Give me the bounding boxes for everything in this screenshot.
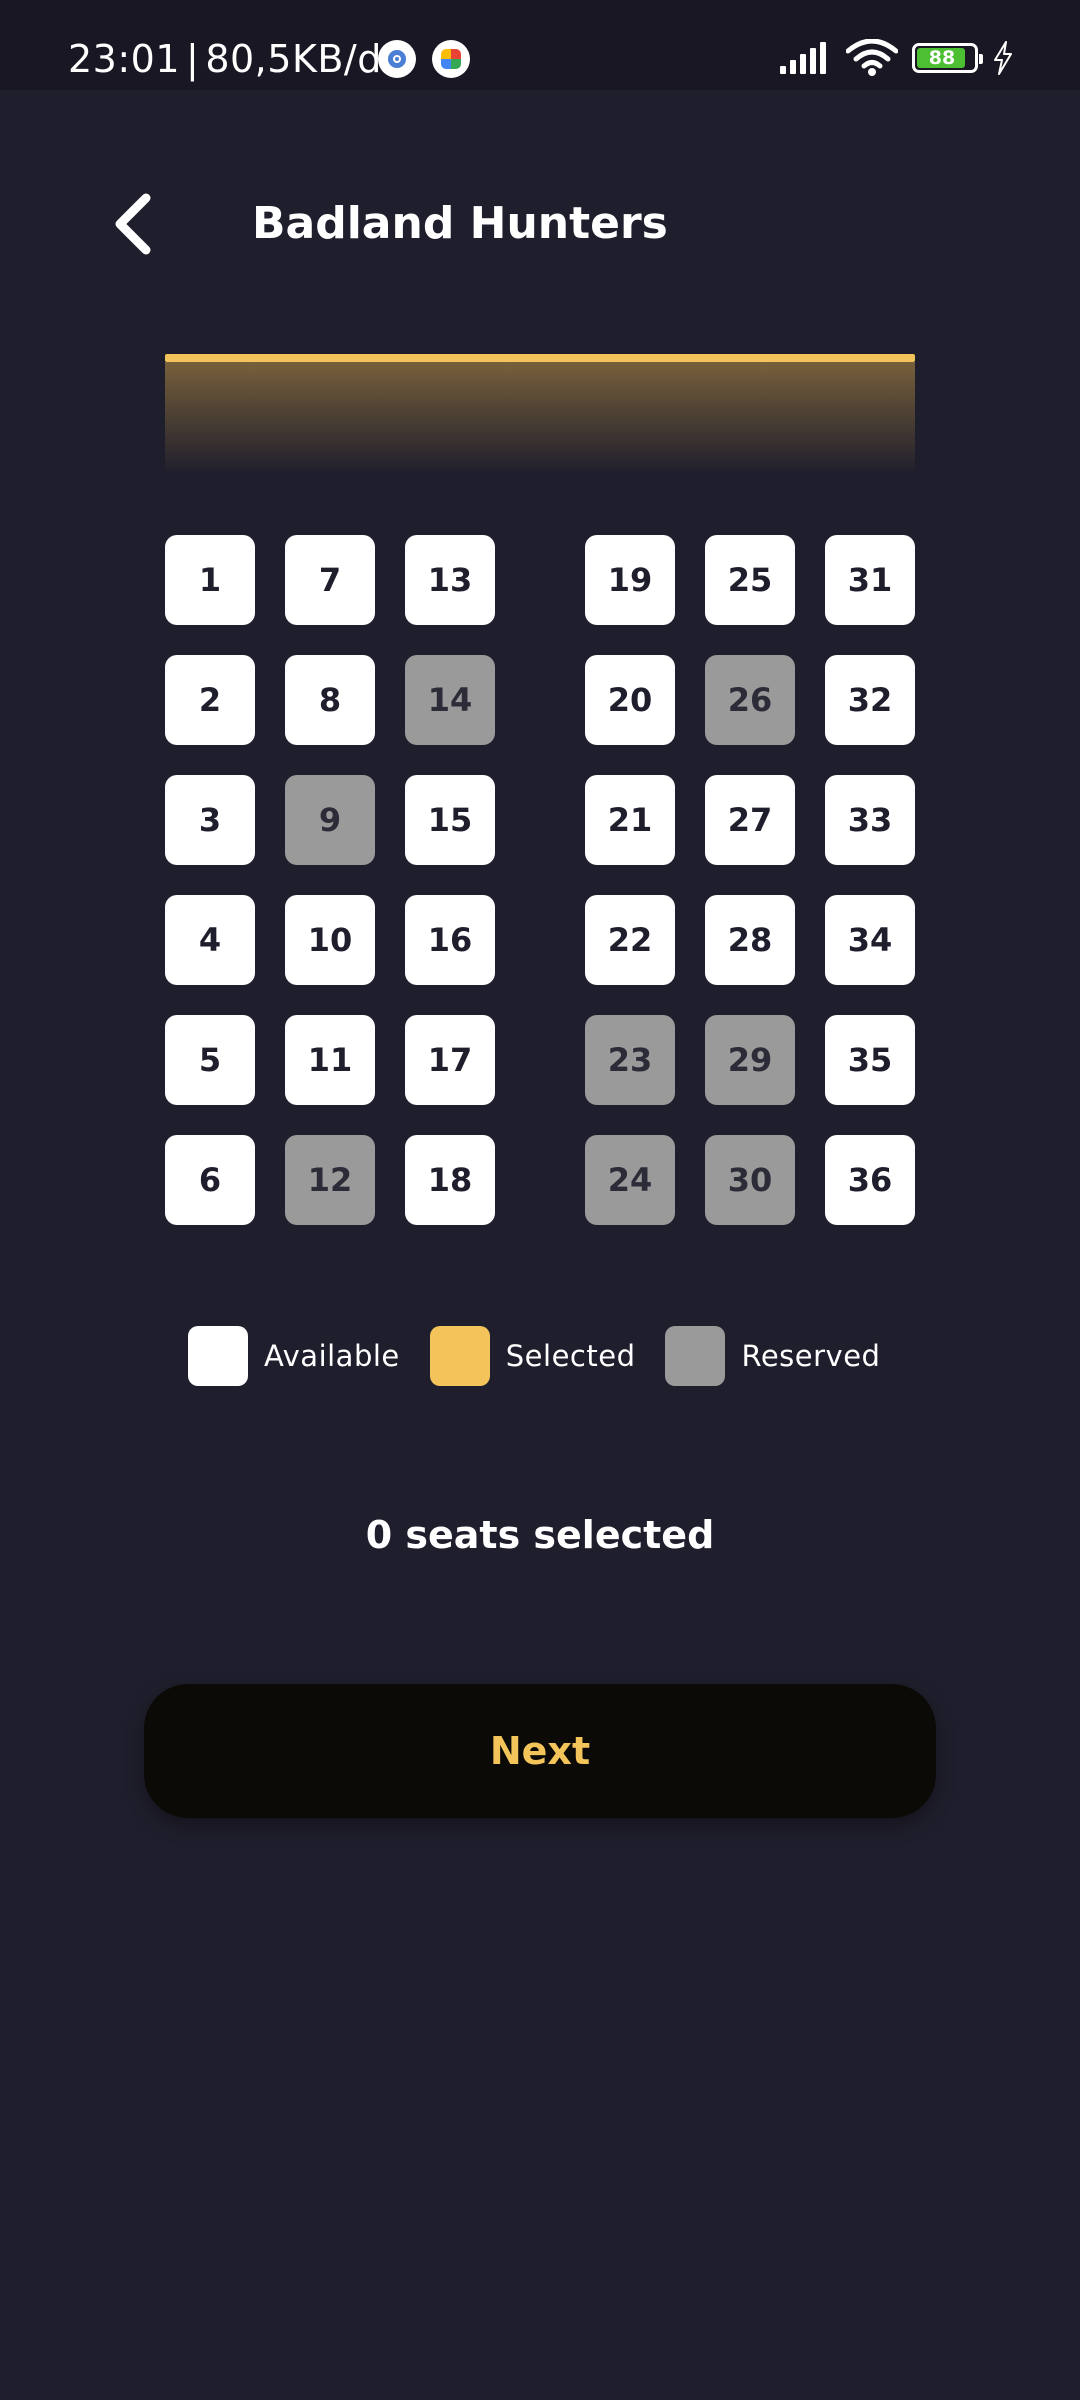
wifi-icon xyxy=(846,39,898,76)
seat-11[interactable]: 11 xyxy=(285,1015,375,1105)
seat-8[interactable]: 8 xyxy=(285,655,375,745)
settings-notification-icon xyxy=(378,40,416,78)
seat-24: 24 xyxy=(585,1135,675,1225)
seat-5[interactable]: 5 xyxy=(165,1015,255,1105)
legend-selected-label: Selected xyxy=(505,1339,636,1373)
seat-26: 26 xyxy=(705,655,795,745)
seat-27[interactable]: 27 xyxy=(705,775,795,865)
seat-10[interactable]: 10 xyxy=(285,895,375,985)
back-button[interactable] xyxy=(96,180,168,268)
seat-7[interactable]: 7 xyxy=(285,535,375,625)
seat-12: 12 xyxy=(285,1135,375,1225)
seat-32[interactable]: 32 xyxy=(825,655,915,745)
status-bar: 23:01 | 80,5KB/d 88 xyxy=(0,0,1080,90)
next-button[interactable]: Next xyxy=(144,1684,936,1818)
seat-33[interactable]: 33 xyxy=(825,775,915,865)
seat-block-left: 1 2 3 4 5 6 7 8 9 10 11 12 13 14 15 16 17 18 xyxy=(165,535,495,1225)
seat-21[interactable]: 21 xyxy=(585,775,675,865)
seat-1[interactable]: 1 xyxy=(165,535,255,625)
seat-legend: Available Selected Reserved xyxy=(188,1326,880,1386)
seat-30: 30 xyxy=(705,1135,795,1225)
legend-reserved: Reserved xyxy=(665,1326,880,1386)
chevron-left-icon xyxy=(115,193,151,255)
games-notification-icon xyxy=(432,40,470,78)
battery-level: 88 xyxy=(928,47,956,69)
legend-reserved-label: Reserved xyxy=(741,1339,881,1373)
seat-block-right: 19 20 21 22 23 24 25 26 27 28 29 30 31 32 33 34 35 36 xyxy=(585,535,915,1225)
seat-6[interactable]: 6 xyxy=(165,1135,255,1225)
seat-17[interactable]: 17 xyxy=(405,1015,495,1105)
seats-selected-count: 0 seats selected xyxy=(365,1513,715,1557)
seat-2[interactable]: 2 xyxy=(165,655,255,745)
legend-reserved-swatch xyxy=(665,1326,726,1386)
seat-14: 14 xyxy=(405,655,495,745)
seat-20[interactable]: 20 xyxy=(585,655,675,745)
cinema-screen xyxy=(165,354,915,362)
seat-35[interactable]: 35 xyxy=(825,1015,915,1105)
seat-9: 9 xyxy=(285,775,375,865)
seat-16[interactable]: 16 xyxy=(405,895,495,985)
legend-available-label: Available xyxy=(264,1339,400,1373)
seat-15[interactable]: 15 xyxy=(405,775,495,865)
seat-3[interactable]: 3 xyxy=(165,775,255,865)
legend-selected-swatch xyxy=(429,1326,490,1386)
seat-31[interactable]: 31 xyxy=(825,535,915,625)
seat-28[interactable]: 28 xyxy=(705,895,795,985)
status-indicators: 88 xyxy=(778,38,1014,78)
seat-34[interactable]: 34 xyxy=(825,895,915,985)
charging-icon xyxy=(994,41,1012,75)
battery-icon: 88 xyxy=(912,43,983,73)
network-speed: 80,5KB/d xyxy=(205,37,382,81)
cinema-screen-glow xyxy=(165,362,915,474)
seat-23: 23 xyxy=(585,1015,675,1105)
legend-available-swatch xyxy=(188,1326,248,1386)
seat-18[interactable]: 18 xyxy=(405,1135,495,1225)
status-separator: | xyxy=(186,37,200,81)
status-time: 23:01 xyxy=(68,37,181,81)
legend-available: Available xyxy=(188,1326,400,1386)
legend-selected: Selected xyxy=(429,1326,636,1386)
seat-13[interactable]: 13 xyxy=(405,535,495,625)
seat-4[interactable]: 4 xyxy=(165,895,255,985)
seat-36[interactable]: 36 xyxy=(825,1135,915,1225)
next-button-label: Next xyxy=(489,1729,591,1773)
seat-25[interactable]: 25 xyxy=(705,535,795,625)
seat-29: 29 xyxy=(705,1015,795,1105)
seat-19[interactable]: 19 xyxy=(585,535,675,625)
seat-22[interactable]: 22 xyxy=(585,895,675,985)
signal-icon xyxy=(780,42,826,74)
status-time-speed: 23:01 | 80,5KB/d xyxy=(68,34,382,84)
page-title: Badland Hunters xyxy=(252,198,668,249)
